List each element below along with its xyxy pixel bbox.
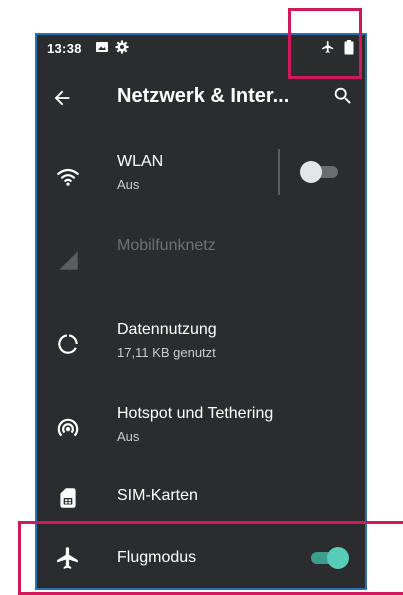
app-bar: Netzwerk & Inter... bbox=[37, 73, 365, 123]
flugmodus-highlight bbox=[18, 521, 403, 595]
wlan-label: WLAN bbox=[117, 153, 164, 170]
phone-screen: 13:38 Netzwerk & Inter... WLAN Aus Mobil… bbox=[35, 33, 367, 590]
image-notification-icon bbox=[95, 40, 109, 57]
search-icon[interactable] bbox=[332, 85, 354, 112]
settings-item-hotspot[interactable]: Hotspot und Tethering Aus bbox=[37, 393, 365, 463]
data-usage-icon bbox=[55, 331, 81, 357]
wifi-icon bbox=[55, 163, 81, 189]
status-icons-highlight bbox=[288, 8, 362, 79]
divider bbox=[278, 149, 280, 195]
datennutzung-value: 17,11 KB genutzt bbox=[117, 345, 216, 360]
hotspot-icon bbox=[55, 415, 81, 441]
page-title: Netzwerk & Inter... bbox=[117, 85, 290, 107]
settings-item-mobilfunknetz: Mobilfunknetz bbox=[37, 225, 365, 295]
mobilfunknetz-label: Mobilfunknetz bbox=[117, 237, 216, 254]
back-arrow-icon[interactable] bbox=[51, 87, 73, 114]
settings-notification-icon bbox=[115, 40, 129, 57]
datennutzung-label: Datennutzung bbox=[117, 321, 217, 338]
cellular-signal-icon bbox=[55, 247, 81, 273]
settings-item-datennutzung[interactable]: Datennutzung 17,11 KB genutzt bbox=[37, 309, 365, 379]
wlan-status: Aus bbox=[117, 177, 140, 192]
status-time: 13:38 bbox=[47, 41, 82, 56]
wlan-toggle[interactable] bbox=[300, 161, 342, 183]
hotspot-status: Aus bbox=[117, 429, 140, 444]
hotspot-label: Hotspot und Tethering bbox=[117, 405, 274, 422]
sim-karten-label: SIM-Karten bbox=[117, 487, 198, 504]
sim-card-icon bbox=[55, 485, 81, 511]
settings-item-wlan[interactable]: WLAN Aus bbox=[37, 141, 365, 211]
